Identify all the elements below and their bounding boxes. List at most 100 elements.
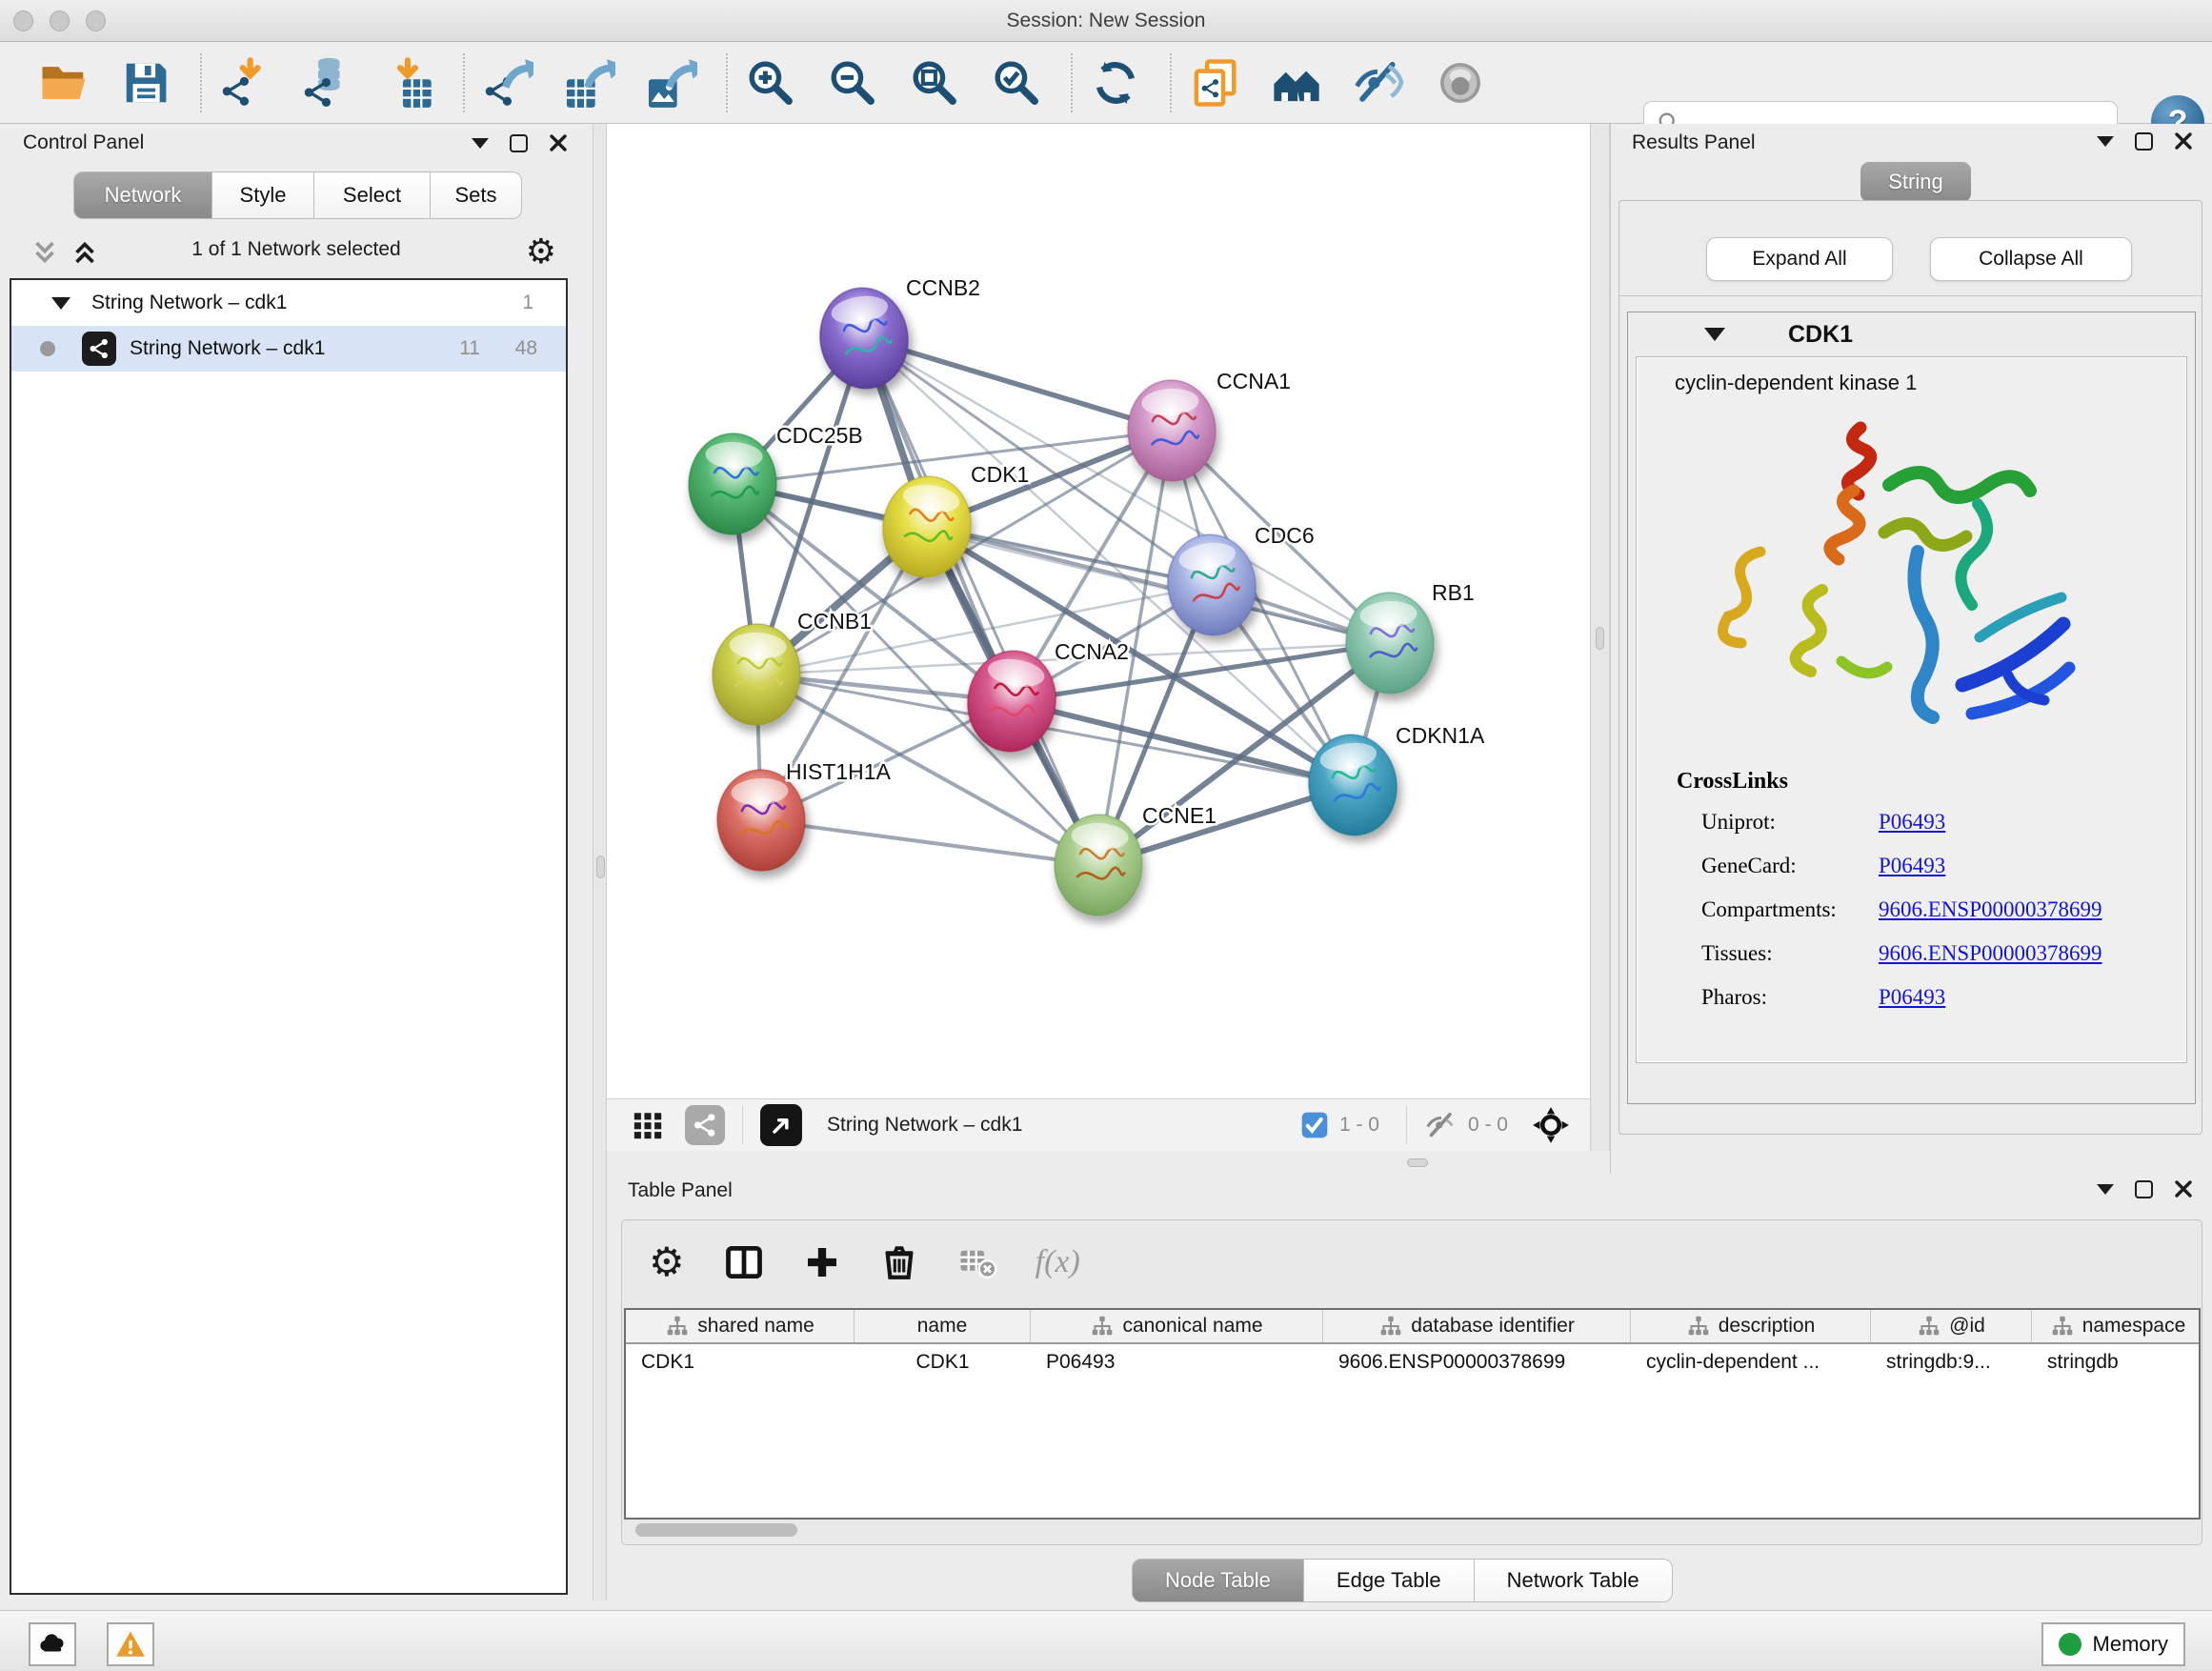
collapse-all-button[interactable]: Collapse All [1930, 237, 2132, 281]
import-network-file-button[interactable] [215, 50, 274, 115]
column-header-description[interactable]: description [1631, 1310, 1871, 1342]
zoom-in-button[interactable] [741, 50, 800, 115]
table-options-gear-icon[interactable]: ⚙ [649, 1245, 685, 1279]
network-node-CDKN1A[interactable] [1301, 728, 1403, 841]
fit-selected-crosshair-icon[interactable] [1531, 1105, 1571, 1145]
show-all-button[interactable] [1431, 50, 1490, 115]
export-image-button[interactable] [642, 50, 701, 115]
tab-network-table[interactable]: Network Table [1475, 1559, 1673, 1602]
left-splitter[interactable] [593, 124, 607, 1601]
network-edge-HIST1H1A-CCNE1[interactable] [761, 820, 1098, 865]
tab-select[interactable]: Select [314, 171, 431, 219]
network-collection-row[interactable]: String Network – cdk1 1 [11, 280, 566, 326]
tab-node-table[interactable]: Node Table [1132, 1559, 1304, 1602]
control-panel-tabs: Network Style Select Sets [73, 171, 522, 219]
column-header--id[interactable]: @id [1871, 1310, 2032, 1342]
new-network-from-selection-button[interactable] [1185, 50, 1244, 115]
first-neighbors-button[interactable] [1267, 50, 1326, 115]
tab-string[interactable]: String [1860, 162, 1971, 202]
column-header-shared-name[interactable]: shared name [626, 1310, 855, 1342]
table-cell[interactable]: stringdb:9... [1871, 1344, 2032, 1380]
selected-checkbox-icon[interactable] [1299, 1110, 1330, 1140]
gene-section-header[interactable]: CDK1 [1628, 312, 2195, 356]
network-edge-CCNB2-CCNE1[interactable] [864, 338, 1098, 865]
refresh-button[interactable] [1086, 50, 1145, 115]
edge-count: 48 [515, 337, 537, 360]
hidden-eye-slash-icon[interactable] [1424, 1108, 1458, 1142]
table-cell[interactable]: P06493 [1031, 1344, 1323, 1380]
panel-close-icon[interactable] [549, 133, 568, 152]
network-node-CDK1[interactable] [875, 470, 977, 583]
table-cell[interactable]: stringdb [2032, 1344, 2201, 1380]
network-row[interactable]: String Network – cdk1 11 48 [11, 326, 566, 372]
tree-expander-icon[interactable] [51, 297, 70, 310]
panel-menu-icon[interactable] [472, 138, 489, 149]
delete-table-icon[interactable] [957, 1242, 997, 1282]
tab-network[interactable]: Network [73, 171, 212, 219]
import-network-database-button[interactable] [297, 50, 356, 115]
panel-float-icon[interactable] [510, 134, 528, 152]
import-network-icon [219, 57, 271, 109]
crosslink-link[interactable]: 9606.ENSP00000378699 [1879, 941, 2102, 966]
open-session-button[interactable] [34, 50, 93, 115]
network-canvas[interactable]: CCNB2CCNA1CDC25BCDK1CDC6RB1CCNB1CCNA2CDK… [607, 124, 1590, 1098]
save-session-button[interactable] [116, 50, 175, 115]
table-cell[interactable]: cyclin-dependent ... [1631, 1344, 1871, 1380]
network-node-CCNB1[interactable] [710, 622, 802, 728]
table-cell[interactable]: CDK1 [855, 1344, 1031, 1380]
export-network-button[interactable] [478, 50, 537, 115]
network-options-gear-icon[interactable]: ⚙ [526, 234, 556, 269]
show-columns-icon[interactable] [723, 1241, 765, 1283]
zoom-fit-button[interactable] [905, 50, 964, 115]
panel-menu-icon[interactable] [2097, 1184, 2114, 1195]
crosslink-link[interactable]: P06493 [1879, 810, 1945, 835]
tab-edge-table[interactable]: Edge Table [1304, 1559, 1475, 1602]
panel-float-icon[interactable] [2135, 132, 2153, 151]
panel-close-icon[interactable] [2174, 1179, 2193, 1198]
crosslink-link[interactable]: P06493 [1879, 854, 1945, 878]
open-in-browser-icon[interactable] [760, 1104, 802, 1146]
column-header-canonical-name[interactable]: canonical name [1031, 1310, 1323, 1342]
add-column-icon[interactable] [803, 1243, 841, 1281]
node-table[interactable]: shared namenamecanonical namedatabase id… [624, 1308, 2201, 1520]
network-node-RB1[interactable] [1343, 591, 1436, 696]
import-table-button[interactable] [379, 50, 438, 115]
network-node-CCNE1[interactable] [1052, 813, 1144, 918]
string-results-box: Expand All Collapse All CDK1 cyclin-depe… [1619, 200, 2202, 1135]
collapse-gene-icon[interactable] [1704, 328, 1725, 341]
zoom-selected-button[interactable] [987, 50, 1046, 115]
panel-menu-icon[interactable] [2097, 136, 2114, 147]
table-row[interactable]: CDK1CDK1P064939606.ENSP00000378699cyclin… [626, 1344, 2199, 1380]
column-header-name[interactable]: name [855, 1310, 1031, 1342]
table-cell[interactable]: CDK1 [626, 1344, 855, 1380]
warnings-button[interactable] [107, 1622, 154, 1666]
network-node-CCNA1[interactable] [1125, 378, 1217, 484]
function-builder-icon[interactable]: f(x) [1036, 1244, 1080, 1280]
expand-all-button[interactable]: Expand All [1706, 237, 1893, 281]
horizontal-splitter[interactable] [607, 1151, 1590, 1174]
hide-selected-button[interactable] [1349, 50, 1408, 115]
tab-sets[interactable]: Sets [431, 171, 522, 219]
protein-structure-image [1694, 399, 2103, 761]
memory-button[interactable]: Memory [2041, 1622, 2185, 1666]
crosslink-link[interactable]: P06493 [1879, 985, 1945, 1010]
network-node-CCNA2[interactable] [960, 644, 1062, 757]
right-splitter[interactable] [1590, 124, 1610, 1151]
table-header-row: shared namenamecanonical namedatabase id… [626, 1310, 2199, 1344]
share-network-icon[interactable] [685, 1105, 725, 1145]
delete-column-trash-icon[interactable] [879, 1242, 919, 1282]
table-horizontal-scrollbar[interactable] [635, 1523, 797, 1537]
table-cell[interactable]: 9606.ENSP00000378699 [1323, 1344, 1631, 1380]
zoom-out-button[interactable] [823, 50, 882, 115]
crosslinks-section: CrossLinks Uniprot:P06493 GeneCard:P0649… [1637, 769, 2186, 1019]
tab-style[interactable]: Style [212, 171, 314, 219]
panel-close-icon[interactable] [2174, 131, 2193, 151]
birdseye-grid-icon[interactable] [632, 1109, 664, 1141]
panel-float-icon[interactable] [2135, 1180, 2153, 1198]
column-header-database-identifier[interactable]: database identifier [1323, 1310, 1631, 1342]
crosslink-link[interactable]: 9606.ENSP00000378699 [1879, 897, 2102, 922]
column-header-namespace[interactable]: namespace [2032, 1310, 2201, 1342]
export-table-button[interactable] [560, 50, 619, 115]
network-edge-CCNB2-CCNA1[interactable] [864, 338, 1172, 431]
cloud-button[interactable] [29, 1622, 76, 1666]
